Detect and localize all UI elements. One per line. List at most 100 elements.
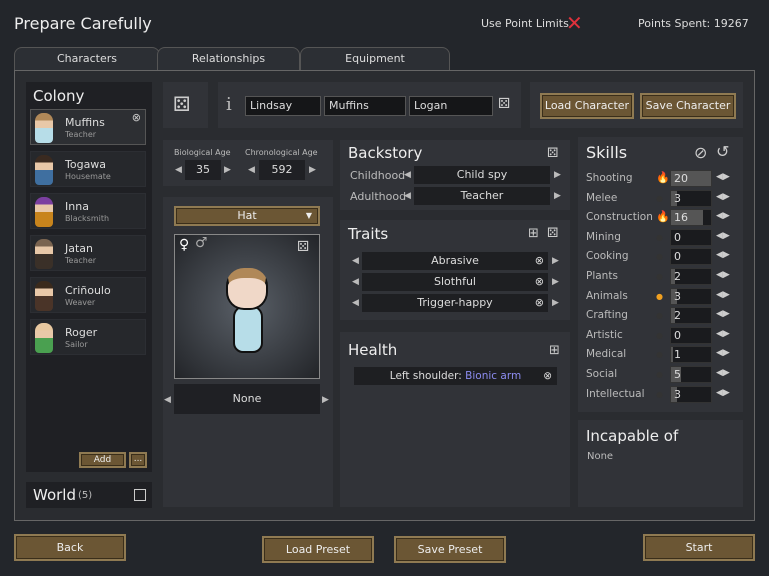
passion-flame-icon[interactable]: ● xyxy=(656,328,663,341)
skill-level-bar[interactable]: 2 xyxy=(670,307,712,325)
apparel-item-value[interactable]: None xyxy=(174,384,320,414)
more-pawn-button[interactable]: ... xyxy=(129,452,147,468)
passion-flame-icon[interactable]: 🔥 xyxy=(656,171,670,184)
passion-flame-icon[interactable]: ● xyxy=(656,191,663,204)
load-preset-button[interactable]: Load Preset xyxy=(262,536,374,563)
male-icon[interactable]: ♂ xyxy=(195,235,208,251)
remove-trait-icon[interactable]: ⊗ xyxy=(535,294,544,312)
skill-adjust-arrows-icon[interactable]: ◀▶ xyxy=(716,192,730,202)
skill-level-bar[interactable]: 1 xyxy=(670,346,712,364)
passion-flame-icon[interactable]: ● xyxy=(656,347,663,360)
pawn-list-item[interactable]: Inna Blacksmith xyxy=(30,193,146,229)
skill-adjust-arrows-icon[interactable]: ◀▶ xyxy=(716,329,730,339)
skill-adjust-arrows-icon[interactable]: ◀▶ xyxy=(716,172,730,182)
childhood-next-icon[interactable]: ▶ xyxy=(554,170,561,180)
info-icon[interactable]: i xyxy=(226,94,232,115)
passion-flame-icon[interactable]: ● xyxy=(656,249,663,262)
randomize-dice-icon[interactable]: ⚄ xyxy=(173,92,190,116)
chrono-age-increase-icon[interactable]: ▶ xyxy=(309,165,316,175)
bio-age-value[interactable]: 35 xyxy=(185,160,221,180)
tab-equipment[interactable]: Equipment xyxy=(300,47,450,71)
nickname-input[interactable]: Muffins xyxy=(324,96,406,116)
add-health-plus-icon[interactable]: ⊞ xyxy=(549,343,560,358)
expand-icon[interactable] xyxy=(134,489,146,501)
start-button[interactable]: Start xyxy=(643,534,755,561)
chrono-age-decrease-icon[interactable]: ◀ xyxy=(248,165,255,175)
load-character-button[interactable]: Load Character xyxy=(540,93,634,119)
trait-next-icon[interactable]: ▶ xyxy=(552,298,559,308)
passion-flame-icon[interactable]: 🔥 xyxy=(656,210,670,223)
randomize-name-dice-icon[interactable]: ⚄ xyxy=(498,96,510,112)
skill-level-bar[interactable]: 3 xyxy=(670,385,712,403)
skill-adjust-arrows-icon[interactable]: ◀▶ xyxy=(716,231,730,241)
passion-flame-icon[interactable]: ● xyxy=(656,289,663,302)
world-panel[interactable]: World (5) xyxy=(26,482,152,508)
skill-adjust-arrows-icon[interactable]: ◀▶ xyxy=(716,388,730,398)
adulthood-next-icon[interactable]: ▶ xyxy=(554,191,561,201)
adulthood-prev-icon[interactable]: ◀ xyxy=(404,191,411,201)
passion-flame-icon[interactable]: ● xyxy=(656,308,663,321)
delete-pawn-icon[interactable]: ⊗ xyxy=(132,111,141,124)
add-trait-plus-icon[interactable]: ⊞ xyxy=(528,226,539,241)
apparel-next-icon[interactable]: ▶ xyxy=(322,395,329,405)
trait-prev-icon[interactable]: ◀ xyxy=(352,298,359,308)
skill-adjust-arrows-icon[interactable]: ◀▶ xyxy=(716,270,730,280)
bio-age-decrease-icon[interactable]: ◀ xyxy=(175,165,182,175)
back-button[interactable]: Back xyxy=(14,534,126,561)
trait-prev-icon[interactable]: ◀ xyxy=(352,256,359,266)
skill-level-bar[interactable]: 3 xyxy=(670,189,712,207)
pawn-list-item[interactable]: Roger Sailor xyxy=(30,319,146,355)
remove-trait-icon[interactable]: ⊗ xyxy=(535,252,544,270)
female-icon[interactable]: ♀ xyxy=(179,237,189,253)
pawn-list-item[interactable]: Criñoulo Weaver xyxy=(30,277,146,313)
skill-level-bar[interactable]: 20 xyxy=(670,170,712,187)
skill-adjust-arrows-icon[interactable]: ◀▶ xyxy=(716,309,730,319)
passion-flame-icon[interactable]: ● xyxy=(656,367,663,380)
tab-relationships[interactable]: Relationships xyxy=(157,47,300,71)
skill-level-bar[interactable]: 0 xyxy=(670,326,712,344)
last-name-input[interactable]: Logan xyxy=(409,96,493,116)
skill-level-bar[interactable]: 5 xyxy=(670,366,712,383)
skill-adjust-arrows-icon[interactable]: ◀▶ xyxy=(716,211,730,221)
health-item[interactable]: Left shoulder: Bionic arm ⊗ xyxy=(354,367,557,385)
passion-flame-icon[interactable]: ● xyxy=(656,230,663,243)
skill-adjust-arrows-icon[interactable]: ◀▶ xyxy=(716,250,730,260)
save-character-button[interactable]: Save Character xyxy=(640,93,736,119)
passion-flame-icon[interactable]: ● xyxy=(656,269,663,282)
trait-item[interactable]: Slothful ⊗ xyxy=(362,273,548,291)
skill-level-bar[interactable]: 0 xyxy=(670,228,712,246)
skill-adjust-arrows-icon[interactable]: ◀▶ xyxy=(716,348,730,358)
pawn-list-item[interactable]: Muffins Teacher ⊗ xyxy=(30,109,146,145)
save-preset-button[interactable]: Save Preset xyxy=(394,536,506,563)
chrono-age-value[interactable]: 592 xyxy=(259,160,305,180)
randomize-traits-dice-icon[interactable]: ⚄ xyxy=(547,226,558,241)
trait-next-icon[interactable]: ▶ xyxy=(552,277,559,287)
randomize-appearance-dice-icon[interactable]: ⚄ xyxy=(297,239,309,255)
childhood-value[interactable]: Child spy xyxy=(414,166,550,184)
apparel-layer-dropdown[interactable]: Hat ▼ xyxy=(174,206,320,226)
pawn-list-item[interactable]: Jatan Teacher xyxy=(30,235,146,271)
skill-level-bar[interactable]: 16 xyxy=(670,209,712,227)
pawn-list-item[interactable]: Togawa Housemate xyxy=(30,151,146,187)
clear-skills-icon[interactable]: ⊘ xyxy=(694,143,707,162)
skill-adjust-arrows-icon[interactable]: ◀▶ xyxy=(716,368,730,378)
add-pawn-button[interactable]: Add xyxy=(79,452,126,468)
skill-level-bar[interactable]: 0 xyxy=(670,248,712,266)
passion-flame-icon[interactable]: ● xyxy=(656,387,663,400)
skill-adjust-arrows-icon[interactable]: ◀▶ xyxy=(716,290,730,300)
tab-characters[interactable]: Characters xyxy=(14,47,160,71)
trait-next-icon[interactable]: ▶ xyxy=(552,256,559,266)
trait-prev-icon[interactable]: ◀ xyxy=(352,277,359,287)
randomize-backstory-dice-icon[interactable]: ⚄ xyxy=(547,146,558,161)
childhood-prev-icon[interactable]: ◀ xyxy=(404,170,411,180)
apparel-prev-icon[interactable]: ◀ xyxy=(164,395,171,405)
first-name-input[interactable]: Lindsay xyxy=(245,96,321,116)
trait-item[interactable]: Trigger-happy ⊗ xyxy=(362,294,548,312)
skill-level-bar[interactable]: 2 xyxy=(670,268,712,285)
adulthood-value[interactable]: Teacher xyxy=(414,187,550,205)
bio-age-increase-icon[interactable]: ▶ xyxy=(224,165,231,175)
reset-skills-icon[interactable]: ↺ xyxy=(716,142,729,161)
skill-level-bar[interactable]: 3 xyxy=(670,287,712,305)
remove-health-icon[interactable]: ⊗ xyxy=(543,367,552,385)
trait-item[interactable]: Abrasive ⊗ xyxy=(362,252,548,270)
